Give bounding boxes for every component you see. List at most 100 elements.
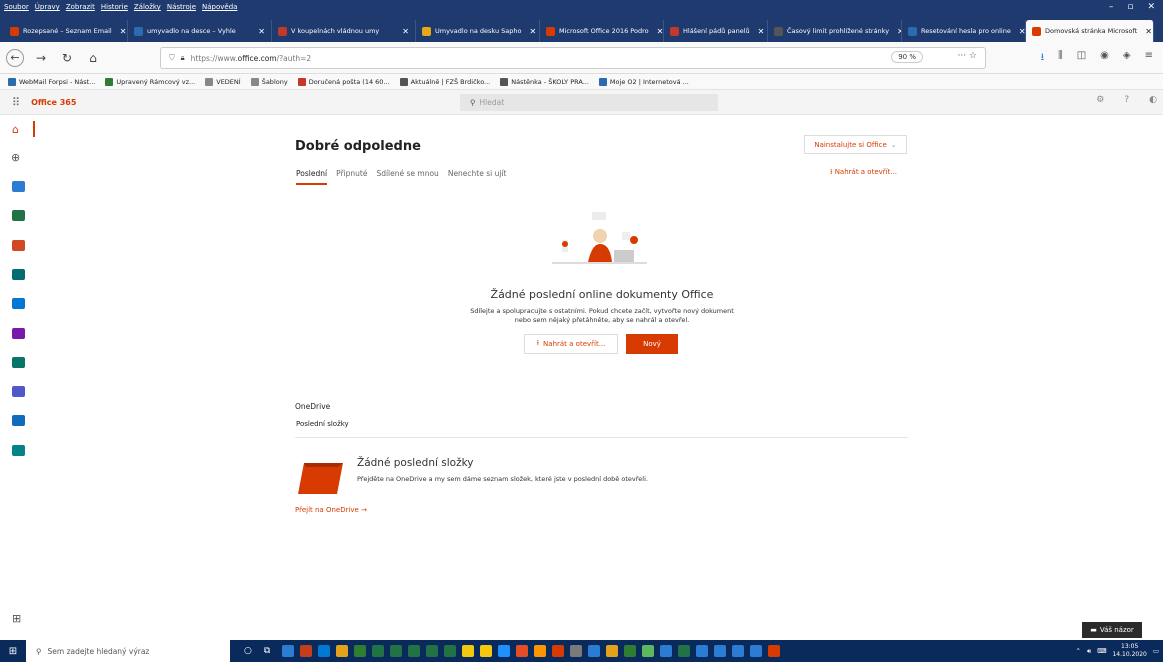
keyboard-icon[interactable]: ⌨ [1097,647,1106,655]
taskbar-app-icon[interactable] [408,645,421,657]
go-to-onedrive-link[interactable]: Přejít na OneDrive → [295,506,367,514]
forward-icon[interactable]: → [32,51,50,65]
taskbar-app-icon[interactable] [606,645,619,657]
taskbar-app-icon[interactable] [750,645,763,657]
taskbar-app-icon[interactable] [678,645,691,657]
home-icon[interactable]: ⌂ [12,123,19,136]
menu-item[interactable]: Zobrazit [66,3,95,11]
menu-icon[interactable]: ≡ [1145,50,1153,67]
bookmark-item[interactable]: Doručená pošta (14 60... [297,77,390,86]
taskbar-app-icon[interactable] [714,645,727,657]
tab-recent[interactable]: Poslední [296,169,328,185]
taskbar-app-icon[interactable] [570,645,583,657]
bookmark-item[interactable]: VEDENÍ [205,77,241,86]
taskbar-app-icon[interactable] [318,645,331,657]
close-tab-icon[interactable]: ✕ [254,27,265,36]
bookmark-item[interactable]: Nástěnka - ŠKOLY PRA... [500,77,589,86]
all-apps-icon[interactable]: ⊞ [12,612,21,625]
taskbar-app-icon[interactable] [426,645,439,657]
app-icon[interactable] [12,210,25,222]
bookmark-item[interactable]: Upravený Rámcový vz... [105,77,195,86]
add-icon[interactable]: ⊕ [11,151,20,164]
bookmark-item[interactable]: Aktuálně | FZŠ Brdičko... [399,77,490,86]
browser-tab[interactable]: umyvadlo na desce – Vyhle ✕ [128,20,272,42]
close-tab-icon[interactable]: ✕ [754,27,765,36]
browser-tab[interactable]: Resetování hesla pro online ✕ [902,20,1026,42]
browser-tab[interactable]: Umyvadlo na desku Sapho ✕ [416,20,540,42]
browser-tab[interactable]: Domovská stránka Microsoft ✕ [1026,20,1154,42]
new-document-button[interactable]: Nový [626,334,678,354]
upload-open-link[interactable]: ⭱ Nahrát a otevřít... [830,168,897,179]
taskbar-search-input[interactable]: ⚲ Sem zadejte hledaný výraz [26,640,230,662]
taskbar-app-icon[interactable] [300,645,313,657]
close-tab-icon[interactable]: ✕ [1015,27,1025,36]
taskbar-app-icon[interactable] [390,645,403,657]
taskbar-app-icon[interactable] [480,645,493,657]
app-launcher-icon[interactable]: ⠿ [12,96,20,109]
browser-tab[interactable]: Rozepsané – Seznam Email ✕ [4,20,128,42]
close-tab-icon[interactable]: ✕ [653,27,663,36]
reload-icon[interactable]: ↻ [58,51,76,65]
tray-chevron-icon[interactable]: ⌃ [1076,647,1081,655]
close-tab-icon[interactable]: ✕ [526,27,537,36]
app-icon[interactable] [12,181,25,192]
notification-icon[interactable]: ▭ [1153,647,1159,655]
url-bar[interactable]: ⛉ 🔒︎ https://www.office.com/?auth=2 90 %… [160,47,986,69]
back-icon[interactable]: ← [6,48,24,67]
menu-item[interactable]: Historie [101,3,128,11]
taskbar-app-icon[interactable] [732,645,745,657]
upload-open-button[interactable]: ⭱ Nahrát a otevřít... [524,334,618,354]
search-input[interactable]: ⚲ Hledat [460,94,718,111]
sidebar-icon[interactable]: ◫ [1077,50,1086,67]
taskbar-app-icon[interactable] [336,645,349,657]
maximize-icon[interactable]: ▫ [1127,2,1133,12]
taskbar-app-icon[interactable] [624,645,637,657]
taskbar-app-icon[interactable] [696,645,709,657]
app-icon[interactable] [12,327,25,339]
app-icon[interactable] [12,268,25,280]
home-icon[interactable]: ⌂ [84,51,102,65]
taskbar-app-icon[interactable] [660,645,673,657]
app-icon[interactable] [12,298,25,310]
page-actions-icon[interactable]: ··· ☆ [957,51,977,61]
browser-tab[interactable]: V koupelnách vládnou umy ✕ [272,20,416,42]
volume-icon[interactable]: 🔊︎ [1087,647,1091,656]
browser-tab[interactable]: Časový limit prohlížené stránky✕ [768,20,902,42]
menu-item[interactable]: Nápověda [202,3,237,11]
app-icon[interactable] [12,356,25,368]
addon-icon[interactable]: ◈ [1123,50,1131,67]
close-tab-icon[interactable]: ✕ [116,27,127,36]
close-tab-icon[interactable]: ✕ [893,27,901,36]
task-view-icon[interactable]: ⧉ [264,646,270,656]
browser-tab[interactable]: Hlášení pádů panelů ✕ [664,20,768,42]
menu-item[interactable]: Nástroje [167,3,196,11]
taskbar-app-icon[interactable] [462,645,475,657]
app-icon[interactable] [12,386,25,398]
taskbar-app-icon[interactable] [588,645,601,657]
taskbar-app-icon[interactable] [372,645,385,657]
brand-title[interactable]: Office 365 [31,98,76,107]
taskbar-app-icon[interactable] [498,645,511,657]
taskbar-app-icon[interactable] [768,645,781,657]
download-icon[interactable]: ⭳ [1041,50,1045,67]
menu-item[interactable]: Záložky [134,3,161,11]
taskbar-app-icon[interactable] [444,645,457,657]
browser-tab[interactable]: Microsoft Office 2016 Podro ✕ [540,20,664,42]
zoom-level[interactable]: 90 % [891,51,923,63]
menu-item[interactable]: Soubor [4,3,29,11]
windows-start-icon[interactable]: ⊞ [0,646,26,657]
close-tab-icon[interactable]: ✕ [398,27,409,36]
app-icon[interactable] [12,239,25,251]
close-icon[interactable]: ✕ [1147,2,1155,12]
app-icon[interactable] [12,415,25,427]
bookmark-item[interactable]: WebMail Forpsi - Nást... [8,77,95,86]
feedback-button[interactable]: ▬ Váš názor [1082,622,1142,638]
taskbar-app-icon[interactable] [552,645,565,657]
shield-icon[interactable]: ⛉ [169,53,175,63]
avatar[interactable]: ◐ [1149,95,1157,105]
bookmark-item[interactable]: Šablony [250,77,288,86]
account-icon[interactable]: ◉ [1100,50,1109,67]
taskbar-app-icon[interactable] [354,645,367,657]
tab-pinned[interactable]: Připnuté [336,169,367,185]
minimize-icon[interactable]: – [1109,2,1114,12]
